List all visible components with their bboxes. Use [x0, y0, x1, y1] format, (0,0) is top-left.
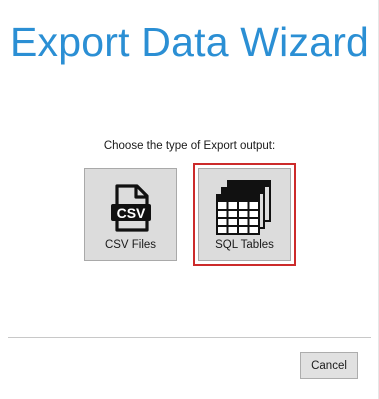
svg-text:CSV: CSV — [116, 205, 145, 221]
wizard-title: Export Data Wizard — [10, 19, 370, 65]
export-type-prompt: Choose the type of Export output: — [103, 140, 276, 152]
sql-tables-option[interactable]: SQL Tables — [193, 163, 296, 266]
csv-files-option[interactable]: CSV CSV Files — [84, 168, 177, 261]
export-data-wizard-window: Export Data Wizard Choose the type of Ex… — [0, 0, 379, 399]
footer-divider — [8, 337, 371, 338]
sql-tables-label: SQL Tables — [215, 239, 274, 251]
sql-tables-icon — [215, 178, 274, 241]
cancel-button[interactable]: Cancel — [300, 352, 358, 379]
csv-file-icon: CSV — [109, 182, 153, 239]
csv-files-label: CSV Files — [104, 239, 157, 251]
